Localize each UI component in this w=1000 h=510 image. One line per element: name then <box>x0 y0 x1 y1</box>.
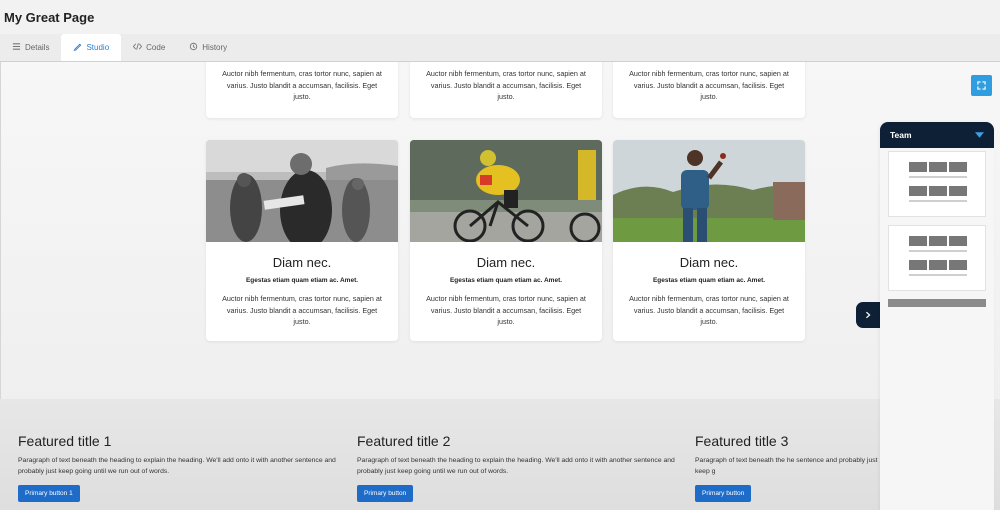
fullscreen-button[interactable] <box>971 75 992 96</box>
team-dropdown[interactable]: Team <box>880 122 994 148</box>
primary-button-1[interactable]: Primary button 1 <box>18 485 80 502</box>
card-text: Auctor nibh fermentum, cras tortor nunc,… <box>426 294 586 326</box>
feature-text: Paragraph of text beneath the he sentenc… <box>695 457 878 475</box>
team-panel-title: Team <box>890 130 912 140</box>
card-title: Diam nec. <box>679 255 739 270</box>
feature-2: Featured title 2 Paragraph of text benea… <box>357 433 677 502</box>
card-text: Auctor nibh fermentum, cras tortor nunc,… <box>629 294 789 326</box>
feature-text: Paragraph of text beneath the heading to… <box>18 457 336 475</box>
team-panel: Team <box>880 122 994 510</box>
panel-toggle-button[interactable] <box>856 302 880 328</box>
card-text: Auctor nibh fermentum, cras tortor nunc,… <box>222 69 382 101</box>
studio-canvas: Auctor nibh fermentum, cras tortor nunc,… <box>0 61 1000 510</box>
cyclist-photo <box>410 140 602 242</box>
cricket-player-photo <box>613 140 805 242</box>
pen-icon <box>73 42 82 53</box>
card-title: Diam nec. <box>476 255 536 270</box>
tab-history[interactable]: History <box>177 34 239 61</box>
card-title: Diam nec. <box>272 255 332 270</box>
tab-studio[interactable]: Studio <box>61 34 122 61</box>
tab-bar: Details Studio Code History <box>0 34 1000 61</box>
tab-studio-label: Studio <box>86 43 110 52</box>
tab-code[interactable]: Code <box>121 34 177 61</box>
card-2[interactable]: Diam nec. Egestas etiam quam etiam ac. A… <box>410 140 602 341</box>
card-3[interactable]: Diam nec. Egestas etiam quam etiam ac. A… <box>613 140 805 341</box>
list-icon <box>12 42 21 53</box>
tab-details[interactable]: Details <box>0 34 61 61</box>
tab-history-label: History <box>202 43 228 52</box>
top-bar: My Great Page <box>0 0 1000 34</box>
card-1[interactable]: Diam nec. Egestas etiam quam etiam ac. A… <box>206 140 398 341</box>
card-subtitle: Egestas etiam quam etiam ac. Amet. <box>449 277 563 284</box>
team-template-thumbnail-2[interactable] <box>888 225 986 291</box>
team-template-thumbnail-3[interactable] <box>888 299 986 307</box>
caret-down-icon <box>975 130 984 140</box>
team-template-thumbnail-1[interactable] <box>888 151 986 217</box>
feature-3: Featured title 3 Paragraph of text benea… <box>695 433 880 502</box>
history-icon <box>189 42 198 53</box>
card-top-2[interactable]: Auctor nibh fermentum, cras tortor nunc,… <box>410 62 602 118</box>
card-top-1[interactable]: Auctor nibh fermentum, cras tortor nunc,… <box>206 62 398 118</box>
primary-button-3[interactable]: Primary button <box>695 485 752 502</box>
expand-icon <box>977 77 986 95</box>
card-text: Auctor nibh fermentum, cras tortor nunc,… <box>426 69 586 101</box>
chevron-right-icon <box>864 306 872 324</box>
feature-title: Featured title 2 <box>357 433 451 449</box>
card-text: Auctor nibh fermentum, cras tortor nunc,… <box>222 294 382 326</box>
feature-title: Featured title 1 <box>18 433 112 449</box>
tab-code-label: Code <box>146 43 166 52</box>
surfer-photo <box>206 140 398 242</box>
feature-text: Paragraph of text beneath the heading to… <box>357 457 675 475</box>
code-icon <box>133 42 143 53</box>
feature-1: Featured title 1 Paragraph of text benea… <box>18 433 338 502</box>
primary-button-2[interactable]: Primary button <box>357 485 414 502</box>
card-subtitle: Egestas etiam quam etiam ac. Amet. <box>245 277 359 284</box>
card-subtitle: Egestas etiam quam etiam ac. Amet. <box>652 277 766 284</box>
card-text: Auctor nibh fermentum, cras tortor nunc,… <box>629 69 789 101</box>
feature-title: Featured title 3 <box>695 433 789 449</box>
page-title: My Great Page <box>4 10 95 25</box>
tab-details-label: Details <box>25 43 50 52</box>
card-top-3[interactable]: Auctor nibh fermentum, cras tortor nunc,… <box>613 62 805 118</box>
